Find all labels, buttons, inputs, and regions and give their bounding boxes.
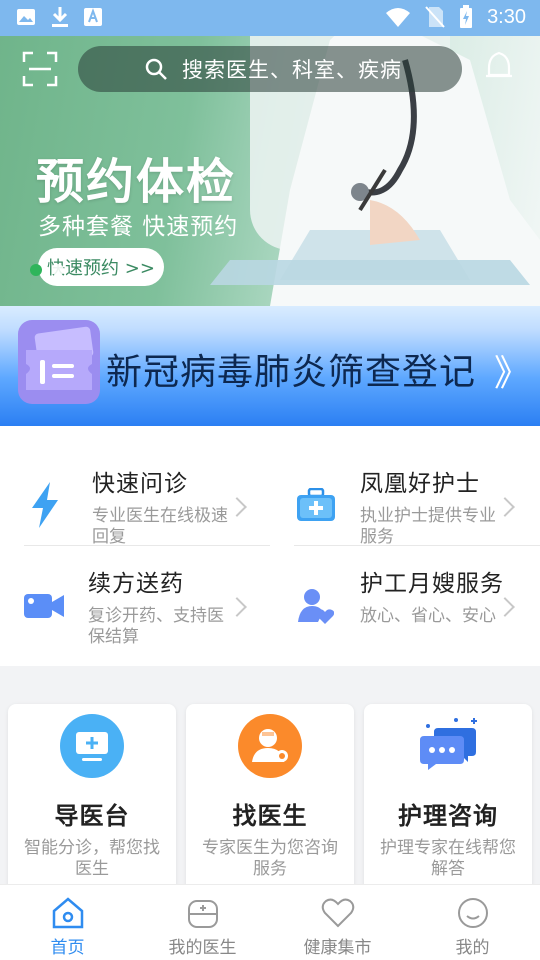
card-title: 护理咨询 — [398, 802, 498, 830]
home-screen: 3:30 搜索医生、科室、疾病 预约体检 多种套餐 快速预约 快速预约 >> 新… — [0, 0, 540, 960]
service-desc: 复诊开药、支持医保结算 — [88, 606, 224, 647]
bottom-nav: 首页 我的医生 健康集市 我的 — [0, 884, 540, 960]
service-prescription-refill[interactable]: 续方送药 复诊开药、支持医保结算 — [24, 564, 274, 682]
carousel-dot-1[interactable] — [30, 264, 42, 276]
battery-charging-icon — [460, 5, 473, 28]
no-sim-icon — [425, 6, 445, 28]
card-find-doctor[interactable]: 找医生 专家医生为您咨询服务 — [186, 704, 354, 904]
ticket-icon — [18, 320, 100, 404]
image-icon — [17, 9, 35, 25]
service-title: 凤凰好护士 — [360, 471, 480, 497]
smile-icon — [457, 898, 488, 928]
home-icon — [52, 897, 83, 929]
banner-subtitle: 多种套餐 快速预约 — [38, 214, 239, 240]
nav-my-doctor[interactable]: 我的医生 — [135, 885, 270, 960]
nav-label: 我的医生 — [168, 938, 237, 958]
card-nursing-consult[interactable]: 护理咨询 护理专家在线帮您解答 — [364, 704, 532, 904]
double-chevron-right-icon: 》 — [493, 353, 530, 394]
service-title: 续方送药 — [88, 571, 184, 597]
covid-screening-banner[interactable]: 新冠病毒肺炎筛查登记 》 — [0, 306, 540, 426]
nav-health-market[interactable]: 健康集市 — [270, 885, 405, 960]
status-bar: 3:30 — [0, 0, 540, 36]
service-caregiver[interactable]: 护工月嫂服务 放心、省心、安心 — [294, 564, 540, 682]
notification-bell-icon[interactable] — [482, 50, 516, 84]
service-nurse[interactable]: 凤凰好护士 执业护士提供专业服务 — [294, 446, 540, 564]
divider — [24, 545, 270, 546]
card-desc: 智能分诊，帮您找医生 — [24, 838, 160, 879]
card-title: 找医生 — [232, 802, 308, 830]
divider — [294, 545, 540, 546]
card-desc: 护理专家在线帮您解答 — [380, 838, 516, 879]
video-camera-icon — [24, 594, 64, 618]
medical-bag-icon — [187, 900, 218, 928]
nav-label: 首页 — [50, 938, 85, 958]
service-desc: 专业医生在线极速回复 — [92, 506, 228, 547]
carousel-dot-2[interactable] — [52, 264, 64, 276]
carousel-indicator — [30, 264, 64, 276]
nav-mine[interactable]: 我的 — [405, 885, 540, 960]
medical-kit-icon — [297, 488, 335, 521]
heart-icon — [321, 898, 354, 928]
search-bar[interactable]: 搜索医生、科室、疾病 — [78, 46, 462, 92]
caregiver-heart-icon — [298, 589, 334, 624]
nav-home[interactable]: 首页 — [0, 885, 135, 960]
monitor-plus-icon — [60, 714, 124, 778]
service-quick-consult[interactable]: 快速问诊 专业医生在线极速回复 — [24, 446, 274, 564]
card-triage-desk[interactable]: 导医台 智能分诊，帮您找医生 — [8, 704, 176, 904]
banner-title: 预约体检 — [36, 154, 237, 210]
service-title: 护工月嫂服务 — [360, 571, 504, 597]
hero-banner[interactable]: 3:30 搜索医生、科室、疾病 预约体检 多种套餐 快速预约 快速预约 >> — [0, 0, 540, 306]
search-placeholder: 搜索医生、科室、疾病 — [182, 58, 402, 82]
card-title: 导医台 — [54, 802, 130, 830]
search-icon — [145, 58, 167, 80]
scan-icon[interactable] — [22, 51, 58, 87]
wifi-icon — [386, 8, 411, 27]
clock: 3:30 — [487, 5, 526, 28]
lightning-icon — [32, 482, 58, 528]
card-desc: 专家医生为您咨询服务 — [202, 838, 338, 879]
feature-cards: 导医台 智能分诊，帮您找医生 找医生 专家医生为您咨询服务 护理咨询 护理专家在… — [0, 682, 540, 904]
app-notification-icon — [84, 8, 102, 26]
service-desc: 执业护士提供专业服务 — [360, 506, 496, 547]
doctor-icon — [238, 714, 302, 778]
nav-label: 我的 — [455, 938, 490, 958]
service-title: 快速问诊 — [92, 471, 188, 497]
service-grid: 快速问诊 专业医生在线极速回复 凤凰好护士 执业护士提供专业服务 续方送药 复诊… — [0, 426, 540, 666]
nav-label: 健康集市 — [303, 938, 372, 958]
chat-bubbles-icon — [420, 718, 477, 770]
download-icon — [52, 7, 68, 27]
covid-banner-text: 新冠病毒肺炎筛查登记 — [106, 352, 477, 393]
